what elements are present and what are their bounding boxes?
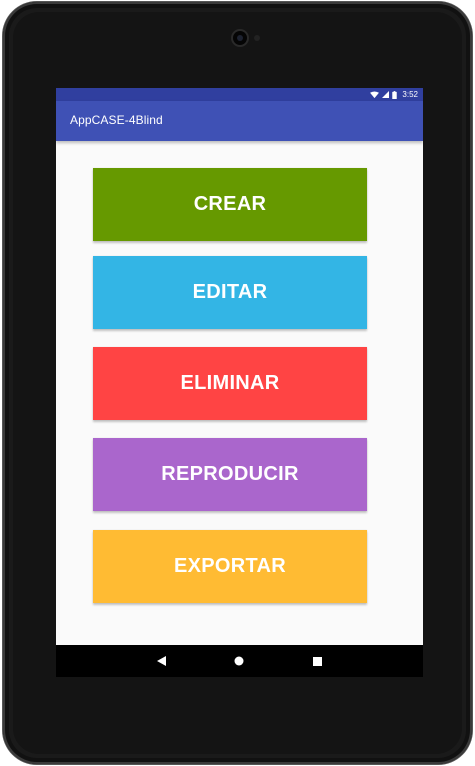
eliminar-button[interactable]: ELIMINAR: [93, 347, 367, 420]
status-bar: 3:52: [56, 88, 423, 101]
front-camera: [233, 31, 247, 45]
exportar-button[interactable]: EXPORTAR: [93, 530, 367, 603]
nav-back-button[interactable]: [141, 645, 181, 677]
nav-recents-button[interactable]: [297, 645, 337, 677]
main-content: CREAR EDITAR ELIMINAR REPRODUCIR EXPORTA…: [56, 141, 423, 645]
app-title: AppCASE-4Blind: [70, 113, 163, 127]
light-sensor: [254, 35, 260, 41]
home-icon: [234, 656, 244, 666]
status-time: 3:52: [402, 90, 418, 99]
reproducir-button[interactable]: REPRODUCIR: [93, 438, 367, 511]
device-screen: 3:52 AppCASE-4Blind CREAR EDITAR ELIMINA…: [56, 88, 423, 677]
back-icon: [156, 656, 166, 666]
app-bar: AppCASE-4Blind: [56, 101, 423, 141]
nav-home-button[interactable]: [219, 645, 259, 677]
battery-icon: [392, 90, 398, 99]
recents-icon: [312, 656, 322, 666]
status-icons: 3:52: [370, 89, 418, 100]
cell-signal-icon: [382, 91, 390, 98]
navigation-bar: [56, 645, 423, 677]
crear-button[interactable]: CREAR: [93, 168, 367, 241]
wifi-icon: [370, 90, 380, 98]
editar-button[interactable]: EDITAR: [93, 256, 367, 329]
